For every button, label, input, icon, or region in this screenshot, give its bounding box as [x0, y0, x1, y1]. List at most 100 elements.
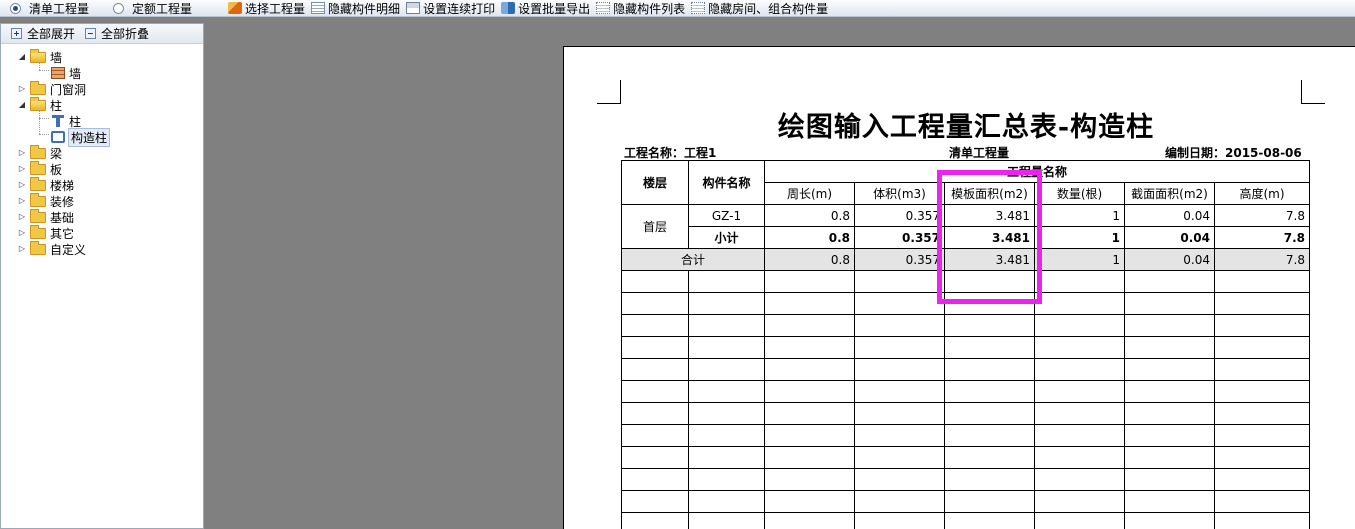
value-cell: 0.8 [764, 204, 855, 227]
tree-node-foundation[interactable]: ▷ 基础 [1, 208, 201, 225]
header-volume: 体积(m3) [854, 182, 945, 205]
empty-cell [688, 270, 765, 293]
empty-cell [1214, 512, 1310, 529]
folder-icon [30, 192, 46, 207]
radio-dinge[interactable]: 定额工程量 [113, 0, 192, 16]
value-cell: 7.8 [1214, 226, 1310, 249]
document-icon [311, 2, 326, 14]
tree-label: 装修 [50, 194, 75, 209]
empty-cell [1034, 490, 1125, 513]
brick-wall-icon [51, 67, 65, 79]
batch-export-button[interactable]: 设置批量导出 [501, 0, 590, 16]
value-cell: 3.481 [944, 204, 1035, 227]
empty-cell [621, 446, 689, 469]
tree-node-door-window[interactable]: ▷ 门窗洞 [1, 80, 201, 97]
empty-table-row [621, 424, 1310, 447]
value-cell: 0.357 [854, 204, 945, 227]
expanded-arrow-icon[interactable]: ◢ [17, 52, 27, 62]
tree-node-stair[interactable]: ▷ 楼梯 [1, 176, 201, 193]
empty-cell [1214, 468, 1310, 491]
empty-cell [688, 468, 765, 491]
tree-node-gz-child[interactable]: 构造柱 [1, 127, 201, 147]
empty-cell [1214, 292, 1310, 315]
report-title: 绘图输入工程量汇总表-构造柱 [777, 112, 1155, 143]
collapsed-arrow-icon[interactable]: ▷ [17, 164, 27, 174]
tree-node-other[interactable]: ▷ 其它 [1, 224, 201, 241]
folder-icon [30, 144, 46, 159]
radio-selected-icon [10, 2, 21, 14]
select-quantity-button[interactable]: 选择工程量 [228, 0, 305, 16]
subtotal-row: 小计 0.8 0.357 3.481 1 0.04 7.8 [622, 226, 1310, 249]
collapsed-arrow-icon[interactable]: ▷ [17, 228, 27, 238]
empty-table-row [621, 380, 1310, 403]
collapsed-arrow-icon[interactable]: ▷ [17, 180, 27, 190]
empty-cell [688, 490, 765, 513]
empty-cell [944, 490, 1035, 513]
empty-cell [764, 380, 855, 403]
empty-cell [764, 314, 855, 337]
export-icon [501, 2, 516, 14]
hide-list-label: 隐藏构件列表 [613, 1, 686, 16]
expand-all-button[interactable]: 全部展开 [11, 25, 75, 42]
header-height: 高度(m) [1214, 182, 1310, 205]
empty-cell [1034, 424, 1125, 447]
folder-open-icon [30, 48, 46, 63]
tree-label: 墙 [69, 66, 82, 81]
tree-node-custom[interactable]: ▷ 自定义 [1, 240, 201, 257]
empty-cell [944, 336, 1035, 359]
tree-node-wall[interactable]: ◢ 墙 [1, 48, 201, 65]
empty-cell [764, 292, 855, 315]
radio-qingdan[interactable]: 清单工程量 [10, 0, 90, 16]
tree-node-beam[interactable]: ▷ 梁 [1, 144, 201, 161]
collapsed-arrow-icon[interactable]: ▷ [17, 148, 27, 158]
quantity-type: 清单工程量 [949, 146, 1010, 160]
tree-label: 自定义 [50, 242, 87, 257]
collapsed-arrow-icon[interactable]: ▷ [17, 244, 27, 254]
empty-cell [1124, 292, 1215, 315]
empty-cell [688, 380, 765, 403]
hide-detail-button[interactable]: 隐藏构件明细 [311, 0, 401, 16]
empty-cell [1034, 336, 1125, 359]
empty-cell [944, 424, 1035, 447]
tree-node-column-child[interactable]: 柱 [1, 113, 201, 129]
tree-node-slab[interactable]: ▷ 板 [1, 160, 201, 177]
empty-cell [764, 490, 855, 513]
empty-cell [621, 512, 689, 529]
empty-table-row [621, 468, 1310, 491]
collapsed-arrow-icon[interactable]: ▷ [17, 212, 27, 222]
empty-cell [1124, 402, 1215, 425]
header-quantity-group: 工程量名称 [764, 160, 1310, 183]
expanded-arrow-icon[interactable]: ◢ [17, 100, 27, 110]
pick-icon [228, 2, 243, 14]
folder-icon [30, 240, 46, 255]
folder-icon [30, 208, 46, 223]
value-cell: 0.04 [1124, 204, 1215, 227]
empty-cell [621, 402, 689, 425]
empty-cell [1034, 292, 1125, 315]
collapsed-arrow-icon[interactable]: ▷ [17, 196, 27, 206]
tree-node-column[interactable]: ◢ 柱 [1, 96, 201, 113]
collapse-all-button[interactable]: 全部折叠 [85, 25, 149, 42]
empty-cell [944, 446, 1035, 469]
collapse-all-label: 全部折叠 [101, 27, 150, 41]
empty-cell [621, 424, 689, 447]
folder-icon [30, 176, 46, 191]
hide-detail-label: 隐藏构件明细 [328, 1, 401, 16]
hide-list-button[interactable]: 隐藏构件列表 [596, 0, 686, 16]
collapsed-arrow-icon[interactable]: ▷ [17, 84, 27, 94]
empty-table-row [621, 402, 1310, 425]
radio-qingdan-label: 清单工程量 [29, 1, 90, 16]
empty-cell [688, 336, 765, 359]
tree-label: 柱 [69, 114, 82, 129]
expand-collapse-bar: 全部展开 全部折叠 [1, 24, 203, 44]
empty-cell [764, 512, 855, 529]
list-icon [691, 2, 706, 14]
tree-node-wall-child[interactable]: 墙 [1, 65, 201, 81]
continuous-print-button[interactable]: 设置连续打印 [406, 0, 495, 16]
tree-node-decoration[interactable]: ▷ 装修 [1, 192, 201, 209]
folder-icon [30, 224, 46, 239]
hide-room-button[interactable]: 隐藏房间、组合构件量 [691, 0, 828, 16]
empty-table-row [621, 490, 1310, 513]
tree-label: 基础 [50, 210, 75, 225]
empty-cell [621, 358, 689, 381]
